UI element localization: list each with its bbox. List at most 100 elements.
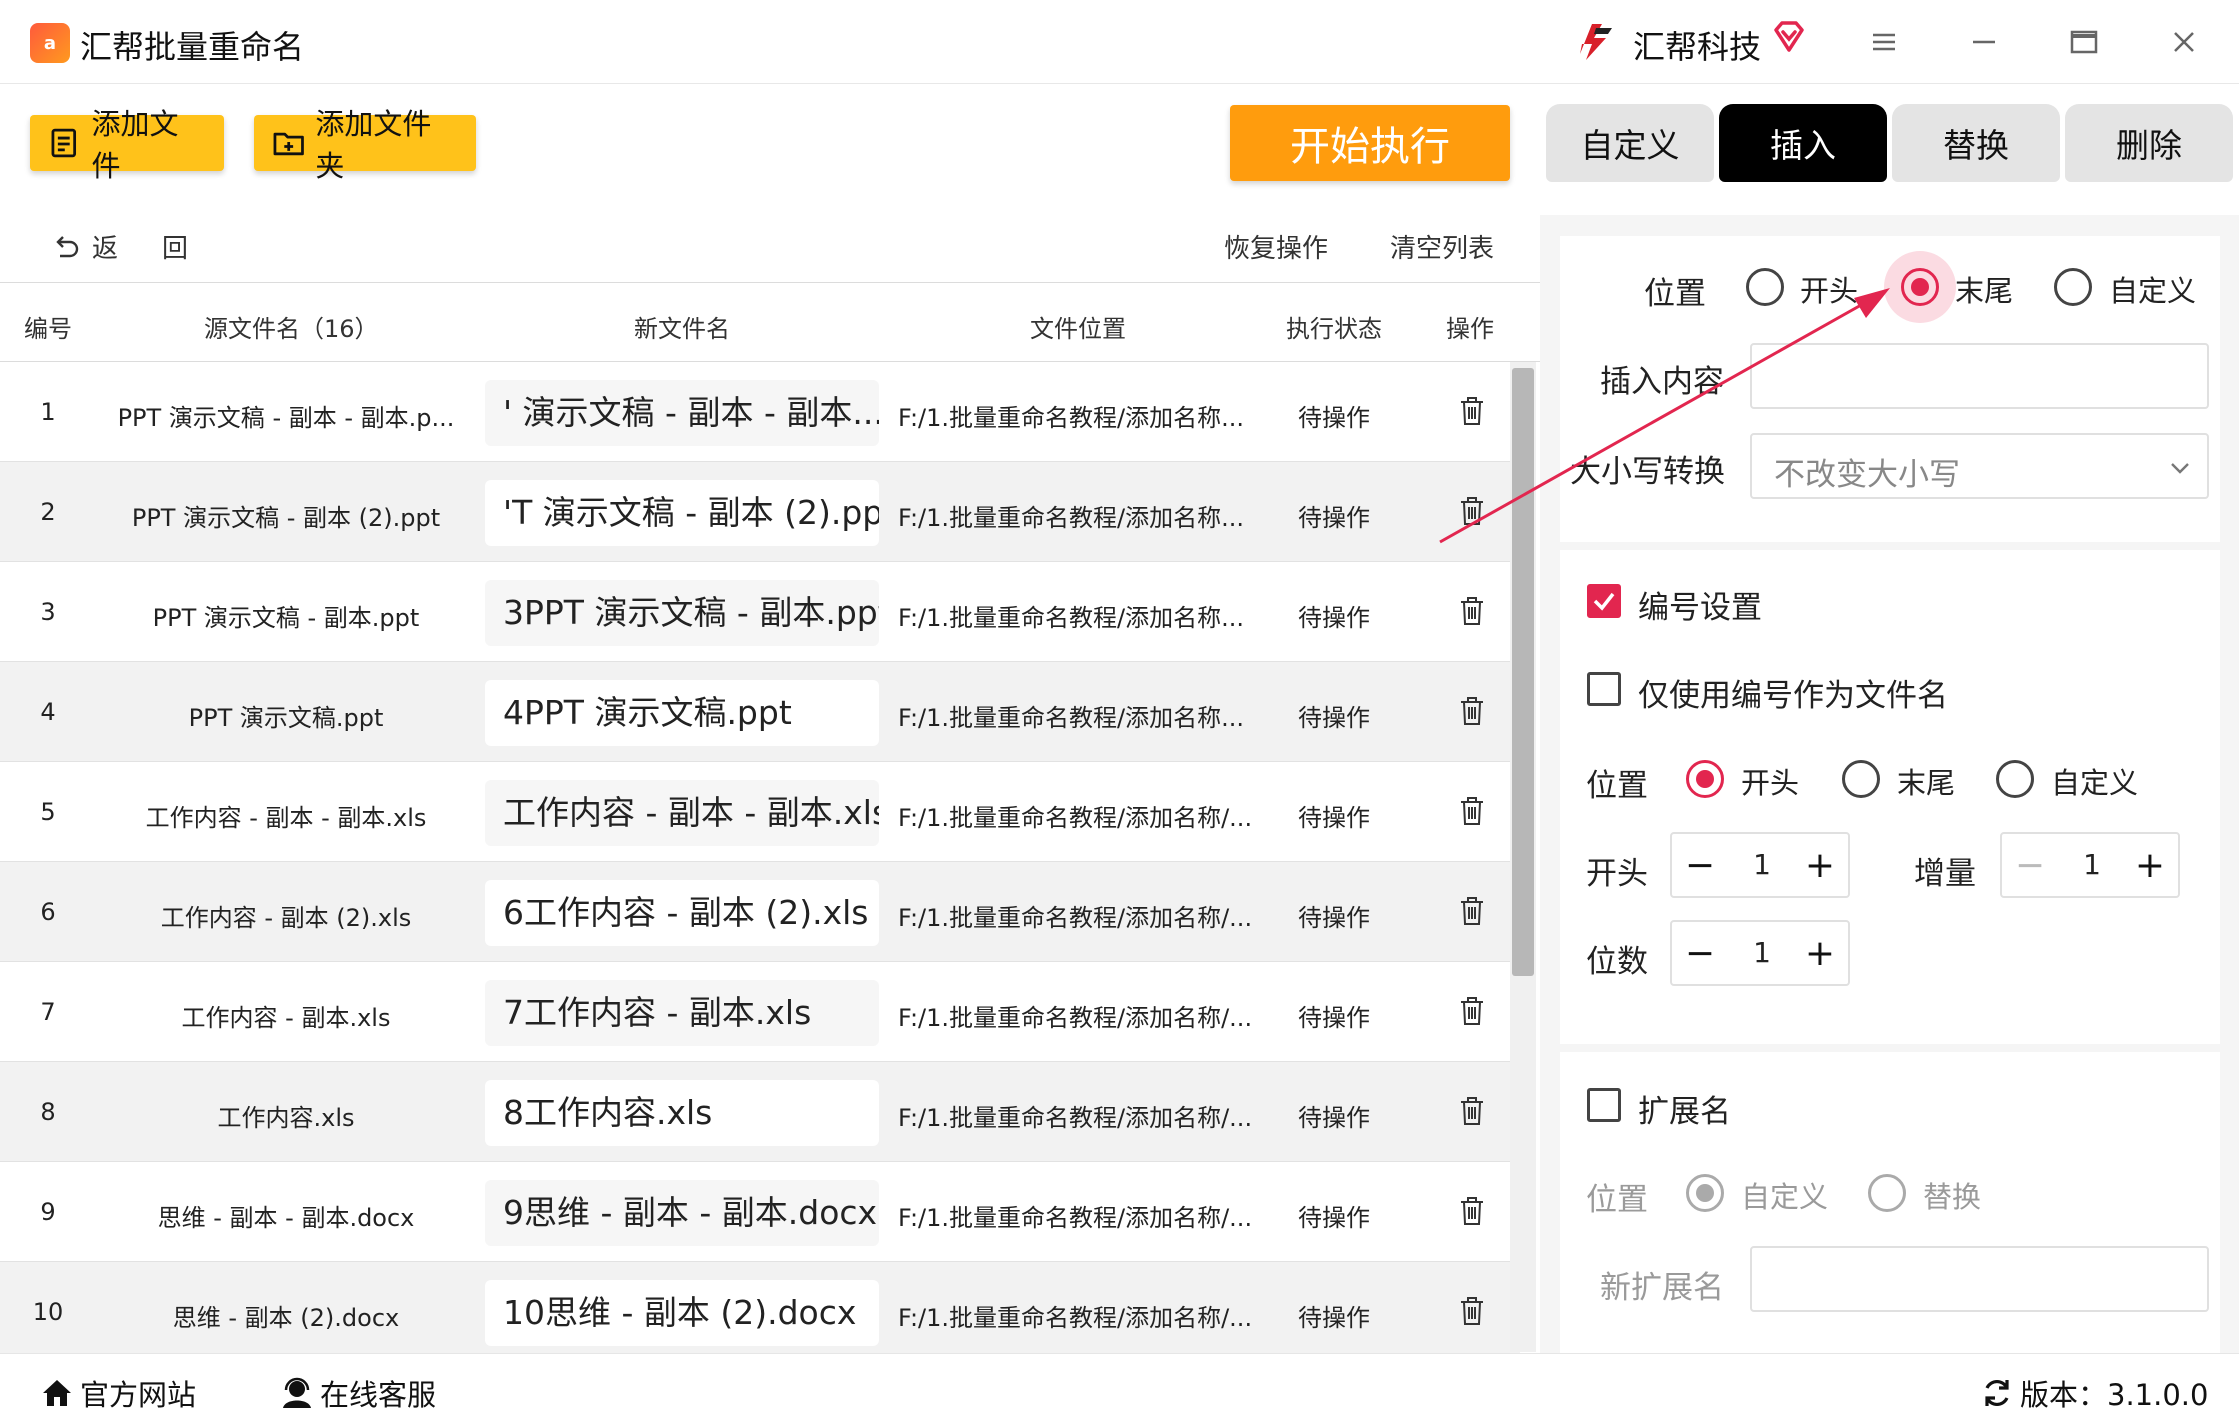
num-position-custom-label: 自定义 — [2051, 766, 2139, 800]
digits-stepper[interactable]: − 1 + — [1670, 920, 1850, 986]
chevron-down-icon — [2171, 463, 2189, 474]
row-number: 5 — [40, 798, 56, 826]
tab-insert[interactable]: 插入 — [1719, 104, 1887, 182]
close-icon[interactable] — [2162, 20, 2206, 64]
num-position-start-radio[interactable] — [1686, 760, 1724, 798]
new-extension-input[interactable] — [1750, 1246, 2209, 1312]
file-table-body: 1 PPT 演示文稿 - 副本 - 副本.p... ' 演示文稿 - 副本 - … — [0, 362, 1520, 1354]
tab-replace-label: 替换 — [1943, 126, 2009, 165]
insert-content-input[interactable] — [1750, 343, 2209, 409]
numbering-checkbox[interactable] — [1587, 584, 1621, 618]
row-new-name[interactable]: 8工作内容.xls — [485, 1080, 879, 1146]
table-row[interactable]: 7 工作内容 - 副本.xls 7工作内容 - 副本.xls F:/1.批量重命… — [0, 962, 1520, 1062]
row-status: 待操作 — [1298, 1104, 1370, 1132]
position-start-radio[interactable] — [1746, 268, 1784, 306]
maximize-icon[interactable] — [2062, 20, 2106, 64]
row-new-name[interactable]: 3PPT 演示文稿 - 副本.ppt — [485, 580, 879, 646]
start-stepper[interactable]: − 1 + — [1670, 832, 1850, 898]
clear-list-button[interactable]: 清空列表 — [1390, 228, 1494, 265]
col-location: 文件位置 — [1030, 315, 1126, 343]
trash-icon[interactable] — [1457, 695, 1487, 727]
increment-value[interactable]: 1 — [2062, 848, 2122, 881]
only-number-checkbox[interactable] — [1587, 672, 1621, 706]
vip-diamond-icon[interactable] — [1772, 20, 1806, 54]
row-new-name[interactable]: 'T 演示文稿 - 副本 (2).ppt — [485, 480, 879, 546]
position-custom-radio[interactable] — [2054, 268, 2092, 306]
trash-icon[interactable] — [1457, 495, 1487, 527]
row-new-name[interactable]: 4PPT 演示文稿.ppt — [485, 680, 879, 746]
case-label: 大小写转换 — [1570, 454, 1725, 490]
table-row[interactable]: 8 工作内容.xls 8工作内容.xls F:/1.批量重命名教程/添加名称/.… — [0, 1062, 1520, 1162]
online-support-link[interactable]: 在线客服 — [280, 1372, 436, 1414]
add-file-button[interactable]: 添加文件 — [30, 107, 224, 183]
trash-icon[interactable] — [1457, 1095, 1487, 1127]
start-increment-button[interactable]: + — [1800, 846, 1840, 886]
start-value[interactable]: 1 — [1732, 848, 1792, 881]
tab-custom[interactable]: 自定义 — [1546, 104, 1714, 182]
minimize-icon[interactable] — [1962, 20, 2006, 64]
trash-icon[interactable] — [1457, 1195, 1487, 1227]
num-position-custom-radio[interactable] — [1996, 760, 2034, 798]
table-row[interactable]: 9 思维 - 副本 - 副本.docx 9思维 - 副本 - 副本.docx F… — [0, 1162, 1520, 1262]
increment-decrement-button[interactable]: − — [2010, 846, 2050, 886]
tab-delete[interactable]: 删除 — [2065, 104, 2233, 182]
new-extension-label: 新扩展名 — [1600, 1270, 1724, 1306]
restore-button[interactable]: 恢复操作 — [1224, 228, 1328, 265]
row-new-name[interactable]: 9思维 - 副本 - 副本.docx — [485, 1180, 879, 1246]
col-new-name: 新文件名 — [634, 315, 730, 343]
digits-value[interactable]: 1 — [1732, 936, 1792, 969]
row-new-name[interactable]: 7工作内容 - 副本.xls — [485, 980, 879, 1046]
row-location: F:/1.批量重命名教程/添加名称... — [898, 604, 1244, 632]
extension-checkbox[interactable] — [1587, 1088, 1621, 1122]
num-position-end-radio[interactable] — [1842, 760, 1880, 798]
row-new-name[interactable]: 10思维 - 副本 (2).docx — [485, 1280, 879, 1346]
position-label: 位置 — [1644, 276, 1706, 312]
row-new-name[interactable]: ' 演示文稿 - 副本 - 副本.... — [485, 380, 879, 446]
table-row[interactable]: 4 PPT 演示文稿.ppt 4PPT 演示文稿.ppt F:/1.批量重命名教… — [0, 662, 1520, 762]
home-icon — [43, 1380, 71, 1406]
menu-icon[interactable] — [1862, 20, 1906, 64]
row-status: 待操作 — [1298, 704, 1370, 732]
back-button[interactable]: 返 回 — [50, 228, 188, 265]
ext-position-replace-radio[interactable] — [1868, 1174, 1906, 1212]
start-decrement-button[interactable]: − — [1680, 846, 1720, 886]
digits-label: 位数 — [1586, 944, 1648, 980]
table-row[interactable]: 10 思维 - 副本 (2).docx 10思维 - 副本 (2).docx F… — [0, 1262, 1520, 1354]
increment-stepper[interactable]: − 1 + — [2000, 832, 2180, 898]
add-folder-button[interactable]: 添加文件夹 — [254, 107, 476, 183]
official-website-link[interactable]: 官方网站 — [40, 1372, 196, 1414]
app-window: a 汇帮批量重命名 汇帮科技 添加文件 添加文件夹 开始执行 自定义 插入 替换… — [0, 0, 2239, 1419]
add-file-icon — [51, 128, 77, 158]
row-source-name: PPT 演示文稿 - 副本 (2).ppt — [131, 504, 441, 532]
num-position-label: 位置 — [1586, 768, 1648, 804]
table-row[interactable]: 1 PPT 演示文稿 - 副本 - 副本.p... ' 演示文稿 - 副本 - … — [0, 362, 1520, 462]
row-status: 待操作 — [1298, 1304, 1370, 1332]
digits-decrement-button[interactable]: − — [1680, 934, 1720, 974]
row-location: F:/1.批量重命名教程/添加名称... — [898, 404, 1244, 432]
app-logo-text: a — [43, 32, 57, 54]
tab-replace[interactable]: 替换 — [1892, 104, 2060, 182]
trash-icon[interactable] — [1457, 995, 1487, 1027]
ext-position-custom-radio[interactable] — [1686, 1174, 1724, 1212]
table-row[interactable]: 2 PPT 演示文稿 - 副本 (2).ppt 'T 演示文稿 - 副本 (2)… — [0, 462, 1520, 562]
position-end-radio[interactable] — [1901, 268, 1939, 306]
trash-icon[interactable] — [1457, 795, 1487, 827]
trash-icon[interactable] — [1457, 595, 1487, 627]
trash-icon[interactable] — [1457, 895, 1487, 927]
table-scrollbar-thumb[interactable] — [1512, 368, 1534, 976]
row-new-name[interactable]: 工作内容 - 副本 - 副本.xls — [485, 780, 879, 846]
increment-increment-button[interactable]: + — [2130, 846, 2170, 886]
table-row[interactable]: 6 工作内容 - 副本 (2).xls 6工作内容 - 副本 (2).xls F… — [0, 862, 1520, 962]
row-number: 10 — [32, 1298, 64, 1326]
row-source-name: 工作内容 - 副本.xls — [181, 1004, 391, 1032]
trash-icon[interactable] — [1457, 1295, 1487, 1327]
trash-icon[interactable] — [1457, 395, 1487, 427]
table-row[interactable]: 5 工作内容 - 副本 - 副本.xls 工作内容 - 副本 - 副本.xls … — [0, 762, 1520, 862]
start-button[interactable]: 开始执行 — [1230, 105, 1510, 181]
row-source-name: PPT 演示文稿 - 副本.ppt — [152, 604, 420, 632]
digits-increment-button[interactable]: + — [1800, 934, 1840, 974]
row-number: 7 — [40, 998, 56, 1026]
case-select[interactable]: 不改变大小写 — [1750, 433, 2209, 499]
row-new-name[interactable]: 6工作内容 - 副本 (2).xls — [485, 880, 879, 946]
table-row[interactable]: 3 PPT 演示文稿 - 副本.ppt 3PPT 演示文稿 - 副本.ppt F… — [0, 562, 1520, 662]
